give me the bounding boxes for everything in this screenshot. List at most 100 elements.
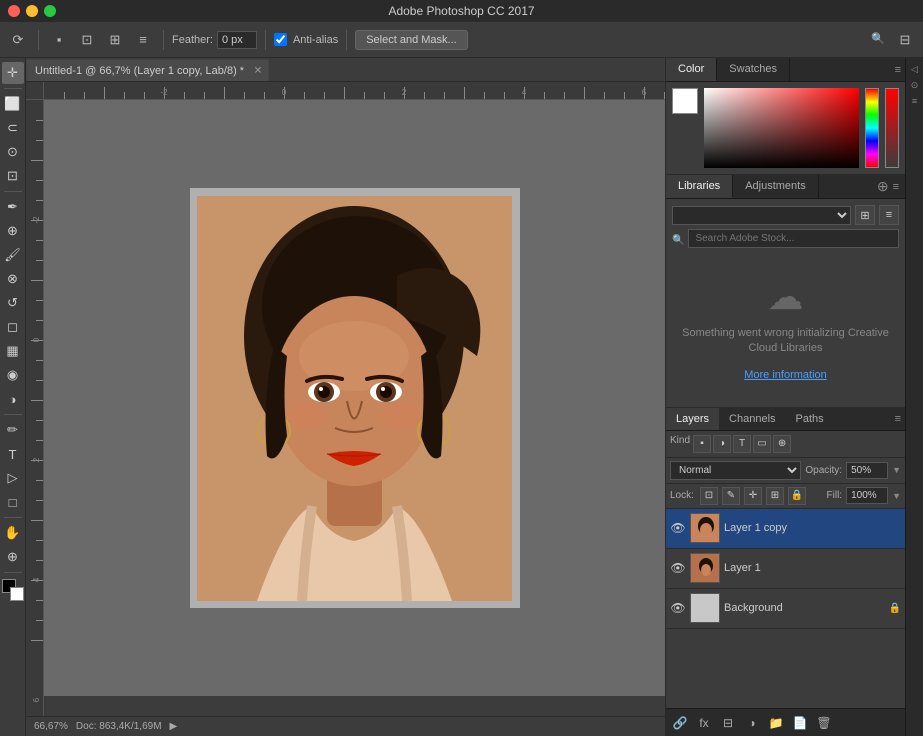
rect-select-icon[interactable]: ▪ bbox=[47, 28, 71, 52]
layers-list[interactable]: 👁 Layer 1 copy 👁 bbox=[666, 509, 905, 708]
maximize-button[interactable] bbox=[44, 5, 56, 17]
healing-brush-tool[interactable]: ⊕ bbox=[2, 220, 24, 242]
lasso-icon[interactable]: ⊡ bbox=[75, 28, 99, 52]
close-button[interactable] bbox=[8, 5, 20, 17]
document-tab-close[interactable]: ✕ bbox=[254, 65, 262, 76]
tab-color[interactable]: Color bbox=[666, 58, 717, 81]
rectangular-marquee-tool[interactable]: ⬜ bbox=[2, 93, 24, 115]
layer-visibility-toggle-bg[interactable]: 👁 bbox=[670, 600, 686, 616]
layer-visibility-toggle-copy[interactable]: 👁 bbox=[670, 520, 686, 536]
channel-icon[interactable]: ⊞ bbox=[103, 28, 127, 52]
layers-panel-menu-icon[interactable]: ≡ bbox=[895, 413, 901, 425]
eyedropper-tool[interactable]: ✒ bbox=[2, 196, 24, 218]
libraries-more-info-link[interactable]: More information bbox=[744, 369, 827, 381]
lock-position-icon[interactable]: ✛ bbox=[744, 487, 762, 505]
lock-image-icon[interactable]: ✎ bbox=[722, 487, 740, 505]
libraries-grid-icon[interactable]: ⊞ bbox=[855, 205, 875, 225]
search-icon[interactable]: 🔍 bbox=[867, 28, 889, 50]
filter-smart-icon[interactable]: ⊕ bbox=[773, 435, 791, 453]
layer-effects-icon[interactable]: fx bbox=[694, 713, 714, 733]
color-panel-menu-icon[interactable]: ≡ bbox=[895, 64, 901, 76]
libraries-search-input[interactable] bbox=[688, 229, 899, 248]
tab-libraries[interactable]: Libraries bbox=[666, 175, 733, 198]
toolbar-sep2 bbox=[163, 30, 164, 50]
layer-name-copy: Layer 1 copy bbox=[724, 522, 901, 534]
shape-tool[interactable]: □ bbox=[2, 491, 24, 513]
background-color[interactable] bbox=[10, 587, 24, 601]
libraries-panel: Libraries Adjustments ⊕ ≡ ⊞ ≡ 🔍 bbox=[666, 175, 905, 408]
fill-chevron-icon[interactable]: ▼ bbox=[892, 491, 901, 501]
dodge-tool[interactable]: ◑ bbox=[2, 388, 24, 410]
blend-mode-select[interactable]: Normal bbox=[670, 461, 801, 480]
layer-item-1[interactable]: 👁 Layer 1 bbox=[666, 549, 905, 589]
history-brush-tool[interactable]: ↺ bbox=[2, 292, 24, 314]
opacity-slider[interactable] bbox=[885, 88, 899, 168]
fill-input[interactable] bbox=[846, 487, 888, 504]
filter-adjustment-icon[interactable]: ◑ bbox=[713, 435, 731, 453]
minimize-button[interactable] bbox=[26, 5, 38, 17]
quick-select-tool[interactable]: ⊙ bbox=[2, 141, 24, 163]
feather-input[interactable] bbox=[217, 31, 257, 49]
document-tabs: Untitled-1 @ 66,7% (Layer 1 copy, Lab/8)… bbox=[26, 58, 665, 82]
blur-tool[interactable]: ◉ bbox=[2, 364, 24, 386]
libraries-link-icon[interactable]: ⊕ bbox=[877, 178, 889, 195]
delete-layer-icon[interactable]: 🗑 bbox=[814, 713, 834, 733]
panel-strip-icon-2[interactable]: ⊙ bbox=[908, 78, 922, 92]
libraries-list-icon[interactable]: ≡ bbox=[879, 205, 899, 225]
move-tool[interactable]: ✛ bbox=[2, 62, 24, 84]
lock-artboard-icon[interactable]: ⊞ bbox=[766, 487, 784, 505]
document-tab[interactable]: Untitled-1 @ 66,7% (Layer 1 copy, Lab/8)… bbox=[26, 59, 269, 81]
brush-tool[interactable]: 🖌 bbox=[2, 244, 24, 266]
hand-tool[interactable]: ✋ bbox=[2, 522, 24, 544]
libraries-empty-state: ☁ Something went wrong initializing Crea… bbox=[672, 256, 899, 401]
lasso-tool[interactable]: ⊂ bbox=[2, 117, 24, 139]
libraries-panel-menu-icon[interactable]: ≡ bbox=[893, 181, 899, 193]
new-layer-group-icon[interactable]: 📁 bbox=[766, 713, 786, 733]
filter-pixel-icon[interactable]: ▪ bbox=[693, 435, 711, 453]
filter-type-icon[interactable]: T bbox=[733, 435, 751, 453]
crop-tool[interactable]: ⊡ bbox=[2, 165, 24, 187]
clone-stamp-tool[interactable]: ⊗ bbox=[2, 268, 24, 290]
tab-swatches[interactable]: Swatches bbox=[717, 58, 790, 81]
tab-adjustments[interactable]: Adjustments bbox=[733, 175, 819, 198]
hue-slider[interactable] bbox=[865, 88, 879, 168]
eraser-tool[interactable]: ◻ bbox=[2, 316, 24, 338]
foreground-color-swatch[interactable] bbox=[672, 88, 698, 114]
zoom-tool[interactable]: ⊕ bbox=[2, 546, 24, 568]
panel-strip-icon-3[interactable]: ≡ bbox=[908, 94, 922, 108]
options-icon[interactable]: ≡ bbox=[131, 28, 155, 52]
lock-all-icon[interactable]: 🔒 bbox=[788, 487, 806, 505]
tab-layers[interactable]: Layers bbox=[666, 408, 719, 430]
filter-shape-icon[interactable]: ▭ bbox=[753, 435, 771, 453]
type-tool[interactable]: T bbox=[2, 443, 24, 465]
color-swatch-tool[interactable] bbox=[2, 579, 24, 601]
tool-sep5 bbox=[4, 572, 22, 573]
layer-item-background[interactable]: 👁 Background 🔒 bbox=[666, 589, 905, 629]
libraries-dropdown[interactable] bbox=[672, 206, 851, 225]
new-layer-icon[interactable]: 📄 bbox=[790, 713, 810, 733]
opacity-chevron-icon[interactable]: ▼ bbox=[892, 465, 901, 475]
gradient-tool[interactable]: ▦ bbox=[2, 340, 24, 362]
lasso-tool-icon[interactable]: ⟳ bbox=[6, 28, 30, 52]
select-mask-button[interactable]: Select and Mask... bbox=[355, 30, 468, 50]
window-controls[interactable] bbox=[8, 5, 56, 17]
path-select-tool[interactable]: ▷ bbox=[2, 467, 24, 489]
layer-visibility-toggle-1[interactable]: 👁 bbox=[670, 560, 686, 576]
lock-transparent-icon[interactable]: ⊡ bbox=[700, 487, 718, 505]
new-adjustment-layer-icon[interactable]: ◑ bbox=[742, 713, 762, 733]
layer-item-copy[interactable]: 👁 Layer 1 copy bbox=[666, 509, 905, 549]
opacity-input[interactable] bbox=[846, 462, 888, 479]
status-arrow[interactable]: ▶ bbox=[170, 721, 178, 732]
link-layers-icon[interactable]: 🔗 bbox=[670, 713, 690, 733]
color-spectrum[interactable] bbox=[704, 88, 859, 168]
tab-paths[interactable]: Paths bbox=[786, 408, 834, 430]
add-mask-icon[interactable]: ⊟ bbox=[718, 713, 738, 733]
panel-strip-icon-1[interactable]: ◁ bbox=[908, 62, 922, 76]
ruler-corner bbox=[26, 82, 44, 100]
pen-tool[interactable]: ✏ bbox=[2, 419, 24, 441]
tab-channels[interactable]: Channels bbox=[719, 408, 785, 430]
workspace-icon[interactable]: ⊟ bbox=[893, 28, 917, 52]
color-current-swatch[interactable] bbox=[672, 88, 698, 138]
anti-alias-checkbox[interactable] bbox=[274, 33, 287, 46]
document-tab-title: Untitled-1 @ 66,7% (Layer 1 copy, Lab/8)… bbox=[35, 65, 244, 77]
